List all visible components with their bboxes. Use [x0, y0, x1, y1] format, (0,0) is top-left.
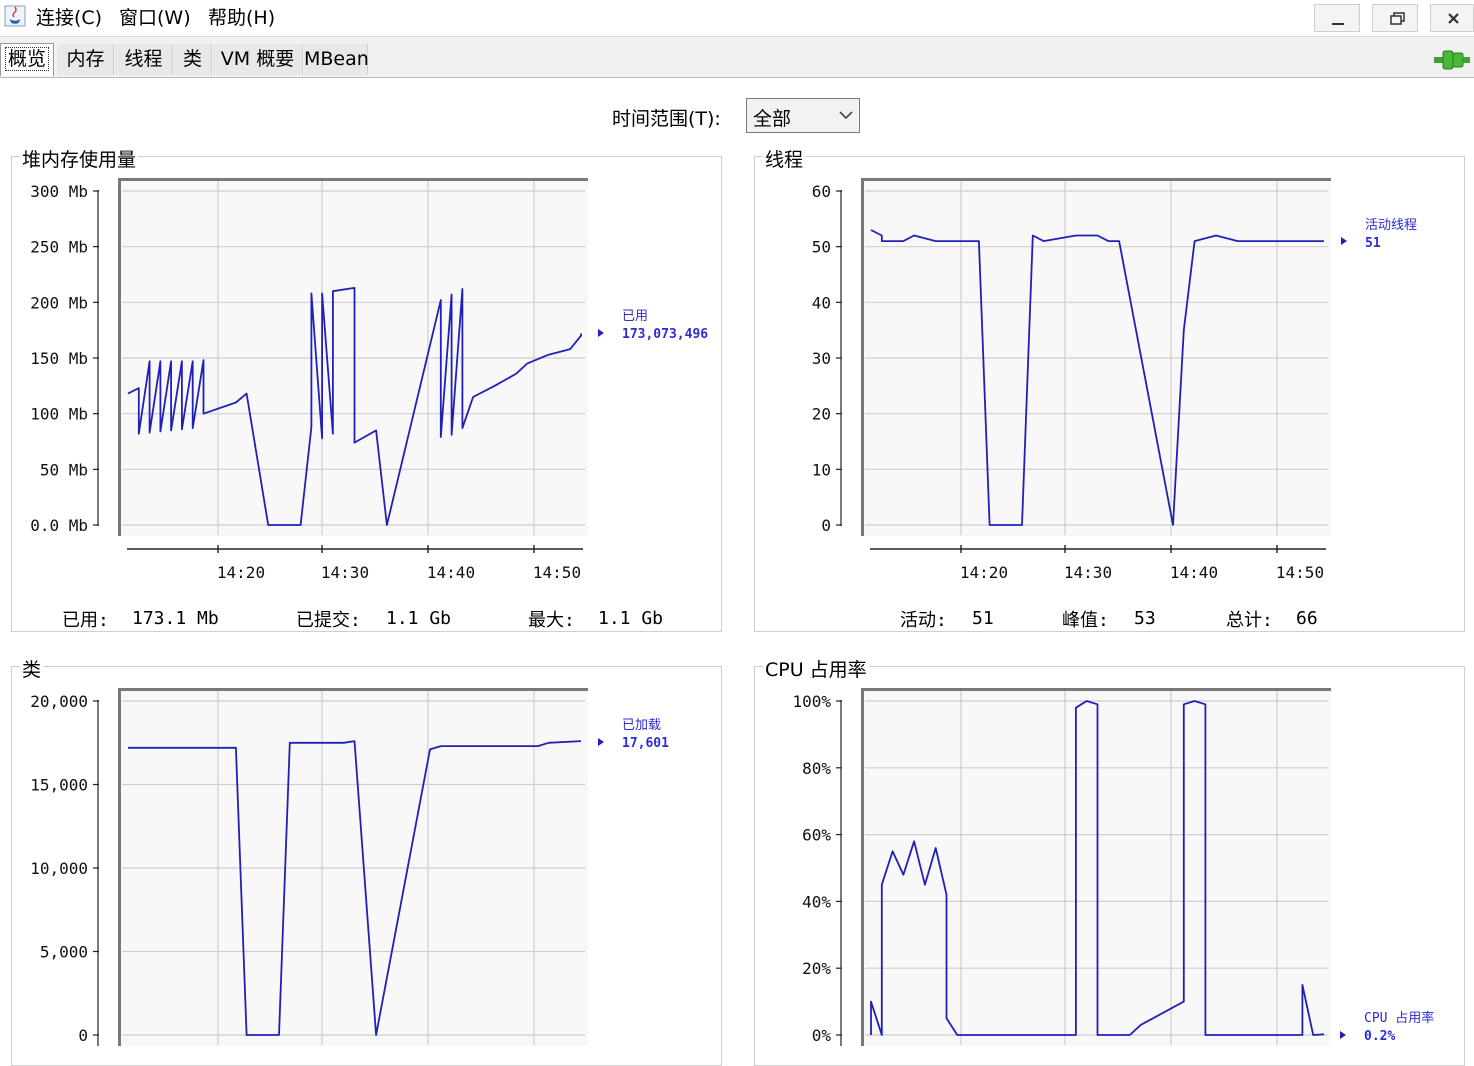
threads-peak-label: 峰值: [1062, 606, 1109, 632]
classes-panel-title: 类 [20, 655, 43, 682]
threads-peak-value: 53 [1134, 608, 1156, 629]
time-range-label: 时间范围(T): [612, 104, 721, 131]
java-app-icon [4, 5, 26, 27]
threads-live-label: 活动: [900, 606, 947, 632]
minimize-icon [1315, 5, 1361, 33]
restore-icon [1373, 5, 1419, 33]
time-range-value: 全部 [753, 104, 791, 131]
threads-plot-frame [861, 178, 1331, 536]
tab-mbean[interactable]: MBean [304, 44, 368, 75]
time-range-select[interactable]: 全部 [746, 98, 860, 133]
heap-max-value: 1.1 Gb [598, 608, 663, 629]
tab-bar: 概览 内存 线程 类 VM 概要 MBean [0, 37, 1474, 78]
menu-help[interactable]: 帮助(H) [208, 6, 275, 30]
menu-connect[interactable]: 连接(C) [36, 6, 102, 30]
tab-threads[interactable]: 线程 [115, 44, 173, 75]
threads-total-value: 66 [1296, 608, 1318, 629]
menu-bar: 连接(C) 窗口(W) 帮助(H) [0, 0, 1474, 37]
classes-plot-frame [118, 688, 588, 1046]
heap-used-value: 173.1 Mb [132, 608, 219, 629]
heap-committed-label: 已提交: [296, 606, 361, 632]
cpu-plot-frame [861, 688, 1331, 1046]
heap-committed-value: 1.1 Gb [386, 608, 451, 629]
threads-panel-title: 线程 [763, 145, 805, 172]
tab-memory[interactable]: 内存 [58, 44, 114, 75]
menu-window[interactable]: 窗口(W) [119, 6, 191, 30]
tab-classes[interactable]: 类 [174, 44, 212, 75]
tab-vm-summary[interactable]: VM 概要 [213, 44, 303, 75]
heap-plot-frame [118, 178, 588, 536]
connection-status-icon[interactable] [1434, 47, 1470, 73]
heap-panel-title: 堆内存使用量 [20, 145, 138, 172]
heap-max-label: 最大: [528, 606, 575, 632]
cpu-panel-title: CPU 占用率 [763, 655, 869, 682]
tab-overview[interactable]: 概览 [0, 43, 54, 76]
minimize-button[interactable] [1314, 4, 1360, 32]
restore-button[interactable] [1372, 4, 1418, 32]
chevron-down-icon [839, 109, 853, 121]
threads-total-label: 总计: [1226, 606, 1273, 632]
close-button[interactable] [1430, 4, 1474, 32]
close-icon [1431, 5, 1474, 33]
threads-live-value: 51 [972, 608, 994, 629]
heap-used-label: 已用: [62, 606, 109, 632]
